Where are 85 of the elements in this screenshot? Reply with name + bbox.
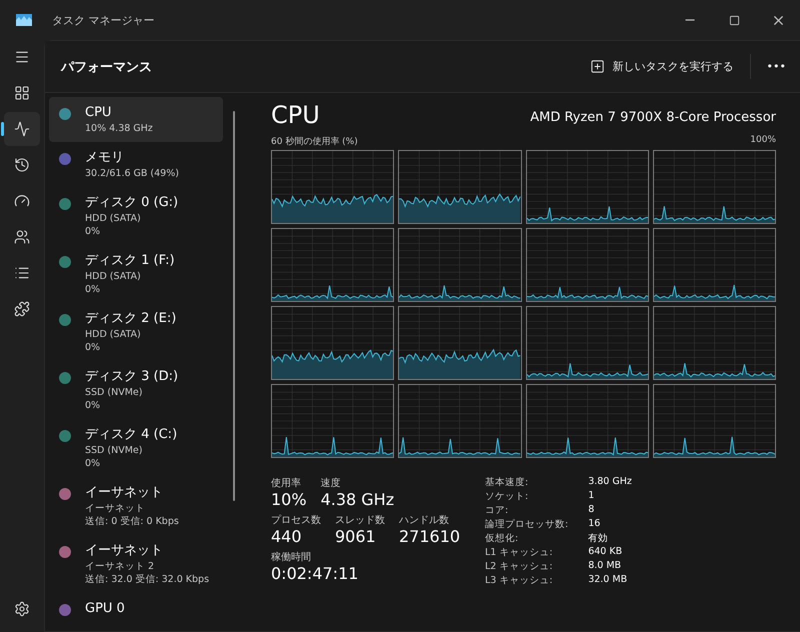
run-new-task-button[interactable]: 新しいタスクを実行する bbox=[580, 53, 744, 80]
gauge-icon bbox=[14, 193, 30, 209]
device-detail: 0% bbox=[85, 283, 102, 296]
device-detail: 送信: 0 受信: 0 Kbps bbox=[85, 515, 179, 528]
device-detail: HDD (SATA) bbox=[85, 328, 142, 341]
more-options-button[interactable]: ••• bbox=[750, 54, 788, 79]
spec-value: 8.0 MB bbox=[588, 560, 622, 573]
window-title: タスク マネージャー bbox=[52, 12, 154, 28]
spec-value: 32.0 MB bbox=[588, 574, 628, 587]
device-list-item[interactable]: ディスク 2 (E:) HDD (SATA) 0% bbox=[49, 303, 223, 361]
stat-value: 440 bbox=[271, 527, 303, 546]
device-list-item[interactable]: イーサネット イーサネット 2 送信: 32.0 受信: 32.0 Kbps bbox=[49, 535, 223, 593]
device-name: イーサネット bbox=[85, 542, 164, 560]
device-name: GPU 0 bbox=[85, 600, 125, 618]
app-logo-icon bbox=[16, 14, 32, 26]
puzzle-icon bbox=[14, 301, 30, 317]
stat-label: 使用率 bbox=[271, 476, 302, 490]
spec-value: 8 bbox=[588, 504, 596, 517]
device-name: ディスク 0 (G:) bbox=[85, 194, 178, 212]
device-detail: イーサネット 2 bbox=[85, 560, 156, 573]
device-name: メモリ bbox=[85, 149, 125, 167]
grid-icon bbox=[14, 85, 30, 101]
detail-title: CPU bbox=[271, 101, 320, 129]
stat-label: スレッド数 bbox=[335, 514, 385, 527]
page-title: パフォーマンス bbox=[61, 58, 152, 76]
stat-label: 速度 bbox=[320, 476, 342, 490]
device-detail: SSD (NVMe) bbox=[85, 444, 144, 457]
device-detail: HDD (SATA) bbox=[85, 270, 142, 283]
device-list-item[interactable]: ディスク 0 (G:) HDD (SATA) 0% bbox=[49, 187, 223, 245]
pulse-icon bbox=[14, 121, 30, 137]
spec-label: L3 キャッシュ: bbox=[485, 574, 554, 587]
device-name: ディスク 4 (C:) bbox=[85, 426, 178, 444]
graph-max-label: 100% bbox=[750, 135, 776, 147]
settings-icon bbox=[14, 601, 30, 617]
spec-label: 仮想化: bbox=[485, 532, 520, 545]
stat-label: プロセス数 bbox=[271, 514, 321, 527]
device-list-item[interactable]: ディスク 1 (F:) HDD (SATA) 0% bbox=[49, 245, 223, 303]
device-name: CPU bbox=[85, 104, 112, 122]
device-list-item[interactable]: メモリ 30.2/61.6 GB (49%) bbox=[49, 142, 223, 187]
spec-label: L1 キャッシュ: bbox=[485, 546, 554, 559]
spec-value: 1 bbox=[588, 490, 596, 503]
history-icon bbox=[14, 157, 30, 173]
stat-value: 10% bbox=[271, 490, 307, 509]
spec-label: 基本速度: bbox=[485, 476, 530, 489]
spec-value: 16 bbox=[588, 518, 602, 531]
device-detail: 0% bbox=[85, 225, 102, 238]
users-icon bbox=[14, 229, 30, 245]
scroll-bar[interactable] bbox=[233, 111, 235, 501]
device-detail: 0% bbox=[85, 457, 102, 470]
processor-model: AMD Ryzen 7 9700X 8-Core Processor bbox=[530, 110, 776, 127]
stat-value: 4.38 GHz bbox=[320, 490, 394, 509]
device-detail: HDD (SATA) bbox=[85, 212, 142, 225]
device-list-item[interactable]: CPU 10% 4.38 GHz bbox=[49, 97, 223, 142]
device-list-item[interactable]: イーサネット イーサネット 送信: 0 受信: 0 Kbps bbox=[49, 477, 223, 535]
stat-value: 0:02:47:11 bbox=[271, 564, 358, 583]
add-task-icon bbox=[590, 59, 605, 74]
stat-value: 271610 bbox=[399, 527, 460, 546]
device-detail: イーサネット bbox=[85, 502, 146, 515]
device-detail: 10% 4.38 GHz bbox=[85, 122, 153, 135]
menu-icon bbox=[14, 49, 30, 65]
spec-label: ソケット: bbox=[485, 490, 530, 503]
maximize-icon bbox=[728, 14, 740, 26]
nav-performance-button[interactable] bbox=[4, 112, 40, 146]
device-detail: 送信: 32.0 受信: 32.0 Kbps bbox=[85, 573, 210, 586]
device-detail: 30.2/61.6 GB (49%) bbox=[85, 167, 179, 180]
spec-label: 論理プロセッサ数: bbox=[485, 518, 568, 531]
spec-value: 有効 bbox=[588, 532, 610, 545]
device-name: イーサネット bbox=[85, 484, 164, 502]
stat-label: ハンドル数 bbox=[399, 514, 450, 527]
device-detail: SSD (NVMe) bbox=[85, 386, 144, 399]
stat-label: 稼働時間 bbox=[271, 550, 312, 564]
device-name: ディスク 2 (E:) bbox=[85, 310, 176, 328]
spec-label: コア: bbox=[485, 504, 510, 517]
device-name: ディスク 3 (D:) bbox=[85, 368, 178, 386]
spec-value: 3.80 GHz bbox=[588, 476, 632, 489]
device-list-item[interactable]: ディスク 3 (D:) SSD (NVMe) 0% bbox=[49, 361, 223, 419]
spec-label: L2 キャッシュ: bbox=[485, 560, 554, 573]
device-detail: 0% bbox=[85, 399, 102, 412]
device-name: ディスク 1 (F:) bbox=[85, 252, 175, 270]
device-detail: 0% bbox=[85, 341, 102, 354]
spec-value: 640 KB bbox=[588, 546, 624, 559]
graph-label: 60 秒間の使用率 (%) bbox=[271, 136, 358, 148]
stat-value: 9061 bbox=[335, 527, 377, 546]
device-list-item[interactable]: ディスク 4 (C:) SSD (NVMe) 0% bbox=[49, 419, 223, 477]
device-list-item[interactable]: GPU 0 bbox=[49, 593, 223, 625]
